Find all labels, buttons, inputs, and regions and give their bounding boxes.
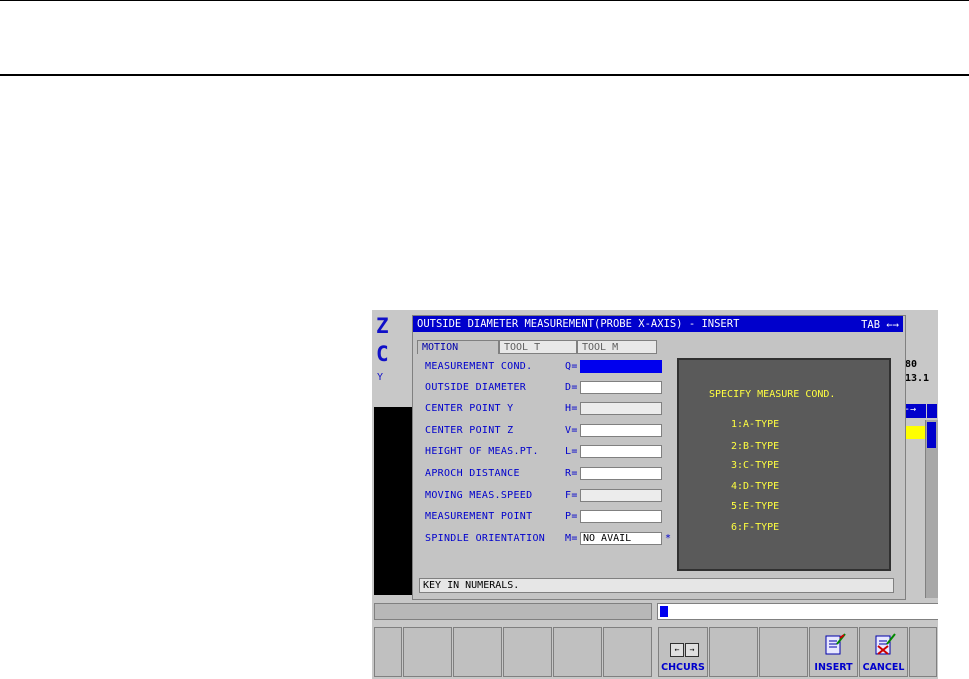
softkey-4[interactable] xyxy=(553,627,602,677)
insert-softkey[interactable]: INSERT xyxy=(809,627,858,677)
tab-tool-t[interactable]: TOOL T xyxy=(499,340,577,354)
field-label-center-point-z: CENTER POINT Z xyxy=(425,425,514,436)
help-item: 3:C-TYPE xyxy=(731,460,780,471)
insert-label: INSERT xyxy=(814,662,853,673)
right-value-2: 13.1 xyxy=(905,373,930,384)
help-item: 4:D-TYPE xyxy=(731,481,780,492)
input-line-left xyxy=(374,603,652,620)
field-label-measurement-cond: MEASUREMENT COND. xyxy=(425,361,533,372)
aproch-distance-input[interactable] xyxy=(580,467,662,480)
right-arrow-indicator: -→ xyxy=(904,404,926,418)
field-label-outside-diameter: OUTSIDE DIAMETER xyxy=(425,382,527,393)
status-message: KEY IN NUMERALS. xyxy=(419,578,894,593)
moving-meas-speed-input[interactable] xyxy=(580,489,662,502)
chcurs-label: CHCURS xyxy=(661,662,705,673)
field-label-spindle-orientation: SPINDLE ORIENTATION xyxy=(425,533,546,544)
help-item: 2:B-TYPE xyxy=(731,441,780,452)
field-code-l: L= xyxy=(565,446,578,457)
softkey-7[interactable] xyxy=(709,627,758,677)
outside-diameter-input[interactable] xyxy=(580,381,662,394)
right-scrollbar-thumb[interactable] xyxy=(927,422,936,448)
field-label-moving-meas-speed: MOVING MEAS.SPEED xyxy=(425,490,533,501)
chcurs-softkey[interactable]: ← → CHCURS xyxy=(658,627,708,677)
center-point-z-input[interactable] xyxy=(580,424,662,437)
center-point-y-input[interactable] xyxy=(580,402,662,415)
field-label-aproch-distance: APROCH DISTANCE xyxy=(425,468,520,479)
input-line-right[interactable] xyxy=(657,603,938,620)
measurement-dialog: OUTSIDE DIAMETER MEASUREMENT(PROBE X-AXI… xyxy=(412,315,906,600)
required-mark: * xyxy=(665,533,672,544)
change-cursor-icon: ← → xyxy=(670,643,699,657)
field-label-center-point-y: CENTER POINT Y xyxy=(425,403,514,414)
help-item: 5:E-TYPE xyxy=(731,501,780,512)
softkey-left-edge[interactable] xyxy=(374,627,402,677)
field-code-f: F= xyxy=(565,490,578,501)
measurement-point-input[interactable] xyxy=(580,510,662,523)
field-label-measurement-point: MEASUREMENT POINT xyxy=(425,511,533,522)
softkey-right-edge[interactable] xyxy=(909,627,937,677)
softkey-8[interactable] xyxy=(759,627,808,677)
left-black-panel xyxy=(374,407,412,595)
cancel-document-icon xyxy=(875,633,896,655)
softkey-5[interactable] xyxy=(603,627,652,677)
axis-letter-c: C xyxy=(376,342,389,366)
softkey-3[interactable] xyxy=(503,627,552,677)
height-of-meas-pt-input[interactable] xyxy=(580,445,662,458)
input-cursor xyxy=(660,606,668,617)
softkey-1[interactable] xyxy=(403,627,452,677)
help-item: 6:F-TYPE xyxy=(731,522,780,533)
tab-hint: TAB ←→ xyxy=(857,317,903,331)
axis-letter-y: Y xyxy=(377,372,384,383)
header-top-rule xyxy=(0,0,969,1)
field-code-p: P= xyxy=(565,511,578,522)
field-code-m: M= xyxy=(565,533,578,544)
field-label-height-of-meas-pt: HEIGHT OF MEAS.PT. xyxy=(425,446,539,457)
cancel-label: CANCEL xyxy=(862,662,905,673)
measurement-cond-input[interactable] xyxy=(580,360,662,373)
cancel-softkey[interactable]: CANCEL xyxy=(859,627,908,677)
help-item: 1:A-TYPE xyxy=(731,419,780,430)
header-bottom-rule xyxy=(0,74,969,76)
right-yellow-marker xyxy=(904,426,926,439)
tab-tool-m[interactable]: TOOL M xyxy=(577,340,657,354)
dialog-title-bar: OUTSIDE DIAMETER MEASUREMENT(PROBE X-AXI… xyxy=(413,316,903,332)
field-code-v: V= xyxy=(565,425,578,436)
right-value-1: 80 xyxy=(905,359,918,370)
right-scrollbar-track[interactable] xyxy=(925,420,938,598)
help-title: SPECIFY MEASURE COND. xyxy=(709,389,836,400)
field-code-h: H= xyxy=(565,403,578,414)
cnc-screen: Z C Y 80 13.1 -→ OUTSIDE DIAMETER MEASUR… xyxy=(372,310,938,679)
field-code-q: Q= xyxy=(565,361,578,372)
softkey-2[interactable] xyxy=(453,627,502,677)
help-panel: SPECIFY MEASURE COND. 1:A-TYPE 2:B-TYPE … xyxy=(677,358,891,571)
spindle-orientation-select[interactable]: NO AVAIL xyxy=(580,532,662,545)
field-code-r: R= xyxy=(565,468,578,479)
dialog-title: OUTSIDE DIAMETER MEASUREMENT(PROBE X-AXI… xyxy=(417,318,740,330)
right-scroll-thumb[interactable] xyxy=(927,404,937,418)
field-code-d: D= xyxy=(565,382,578,393)
insert-document-icon xyxy=(825,633,846,655)
axis-letter-z: Z xyxy=(376,314,389,338)
tab-motion[interactable]: MOTION xyxy=(417,340,499,354)
